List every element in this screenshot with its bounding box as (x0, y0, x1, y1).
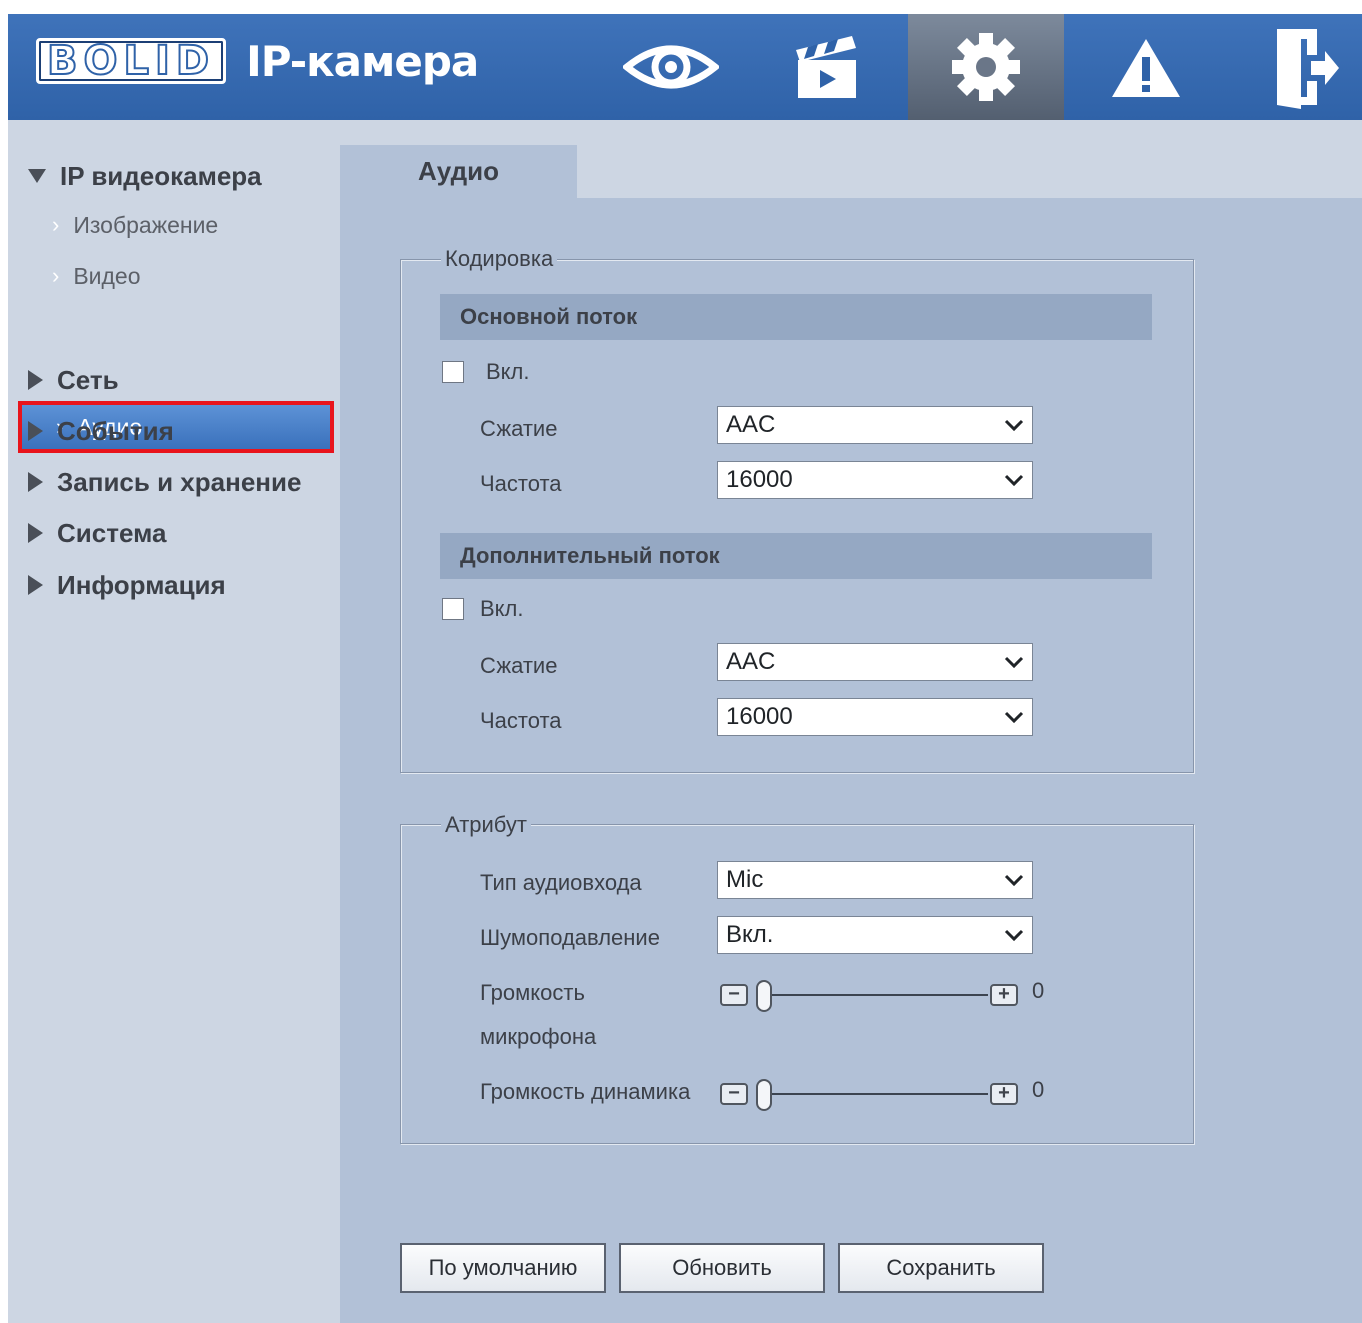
encoding-legend: Кодировка (441, 246, 558, 272)
sidebar-item-label: Запись и хранение (57, 466, 302, 497)
noise-reduction-select[interactable]: Вкл. (717, 916, 1033, 954)
eye-icon (623, 45, 719, 89)
expand-down-icon (28, 169, 46, 183)
clapperboard-icon (796, 36, 856, 98)
sub-stream-enable-label: Вкл. (480, 596, 524, 621)
sidebar-item-label: Система (57, 517, 167, 548)
mic-volume-label-line2: микрофона (480, 1024, 597, 1049)
expand-right-icon (28, 421, 43, 441)
brand-logo-text: BOLID (46, 37, 216, 85)
main-stream-header: Основной поток (440, 294, 1152, 340)
sidebar-item-image[interactable]: › Изображение (8, 205, 384, 245)
nav-settings[interactable] (908, 14, 1064, 120)
input-type-label: Тип аудиовхода (480, 870, 642, 895)
input-type-value: Mic (726, 866, 764, 893)
minus-icon[interactable]: − (720, 984, 748, 1006)
main-compression-label: Сжатие (480, 416, 558, 441)
tab-audio[interactable]: Аудио (340, 145, 577, 198)
tab-bar: Аудио (340, 120, 1362, 198)
sidebar-item-label: Видео (73, 262, 141, 289)
main-frequency-label: Частота (480, 471, 562, 496)
save-button[interactable]: Сохранить (838, 1243, 1044, 1293)
app-frame: BOLID IP-камера IP видеокамера › Изображ… (8, 14, 1362, 1323)
default-button[interactable]: По умолчанию (400, 1243, 606, 1293)
slider-track (756, 1093, 988, 1095)
chevron-right-icon: › (52, 263, 60, 288)
speaker-volume-label: Громкость динамика (480, 1079, 691, 1104)
logout-icon (1277, 29, 1339, 109)
sidebar-item-label: Изображение (73, 211, 219, 238)
expand-right-icon (28, 472, 43, 492)
chevron-down-icon (1004, 929, 1024, 942)
sidebar-item-video[interactable]: › Видео (8, 256, 384, 296)
chevron-down-icon (1004, 419, 1024, 432)
expand-right-icon (28, 523, 43, 543)
gear-icon (952, 33, 1020, 101)
mic-volume-slider[interactable]: − + 0 (720, 978, 1050, 1018)
sidebar-item-system[interactable]: Система (8, 513, 360, 553)
sub-stream-header: Дополнительный поток (440, 533, 1152, 579)
sidebar-item-label: События (57, 415, 174, 446)
input-type-select[interactable]: Mic (717, 861, 1033, 899)
plus-icon[interactable]: + (990, 1083, 1018, 1105)
minus-icon[interactable]: − (720, 1083, 748, 1105)
sidebar-item-network[interactable]: Сеть (8, 360, 360, 400)
sidebar-item-storage[interactable]: Запись и хранение (8, 462, 360, 502)
plus-icon[interactable]: + (990, 984, 1018, 1006)
main-frequency-select[interactable]: 16000 (717, 461, 1033, 499)
nav-logout[interactable] (1228, 14, 1362, 120)
sidebar-item-info[interactable]: Информация (8, 565, 360, 605)
refresh-button[interactable]: Обновить (619, 1243, 825, 1293)
speaker-volume-slider[interactable]: − + 0 (720, 1077, 1050, 1117)
slider-track (756, 994, 988, 996)
attribute-legend: Атрибут (441, 812, 531, 838)
main-stream-enable-label: Вкл. (486, 359, 530, 384)
sidebar-section-title: IP видеокамера (60, 160, 262, 191)
sub-compression-label: Сжатие (480, 653, 558, 678)
nav-live[interactable] (593, 14, 749, 120)
top-header: BOLID IP-камера (8, 14, 1362, 120)
main-compression-value: AAC (726, 411, 776, 438)
sub-compression-select[interactable]: AAC (717, 643, 1033, 681)
chevron-right-icon: › (52, 212, 60, 237)
sub-frequency-value: 16000 (726, 703, 793, 730)
chevron-down-icon (1004, 474, 1024, 487)
slider-handle[interactable] (756, 1079, 772, 1111)
sub-frequency-label: Частота (480, 708, 562, 733)
slider-handle[interactable] (756, 980, 772, 1012)
sidebar-item-events[interactable]: События (8, 411, 360, 451)
chevron-down-icon (1004, 711, 1024, 724)
sidebar-item-label: Сеть (57, 364, 119, 395)
warning-icon (1112, 39, 1180, 97)
logo: BOLID IP-камера (36, 36, 479, 86)
sub-frequency-select[interactable]: 16000 (717, 698, 1033, 736)
sidebar-item-label: Информация (57, 569, 226, 600)
noise-reduction-label: Шумоподавление (480, 925, 660, 950)
expand-right-icon (28, 370, 43, 390)
main-stream-enable-checkbox[interactable] (442, 361, 464, 383)
speaker-volume-value: 0 (1032, 1077, 1045, 1102)
nav-playback[interactable] (749, 14, 905, 120)
mic-volume-label-line1: Громкость (480, 980, 585, 1005)
main-content: Аудио Кодировка Основной поток Вкл. Сжат… (340, 120, 1362, 1323)
sidebar-section-ip-camera[interactable]: IP видеокамера (8, 156, 360, 196)
main-frequency-value: 16000 (726, 466, 793, 493)
chevron-down-icon (1004, 656, 1024, 669)
chevron-down-icon (1004, 874, 1024, 887)
app-title: IP-камера (246, 36, 479, 86)
sidebar: IP видеокамера › Изображение › Видео › А… (8, 120, 340, 1323)
main-compression-select[interactable]: AAC (717, 406, 1033, 444)
brand-logo: BOLID (36, 37, 227, 85)
sub-compression-value: AAC (726, 648, 776, 675)
sub-stream-enable-checkbox[interactable] (442, 598, 464, 620)
expand-right-icon (28, 575, 43, 595)
nav-alarm[interactable] (1068, 14, 1224, 120)
mic-volume-value: 0 (1032, 978, 1045, 1003)
noise-reduction-value: Вкл. (726, 921, 774, 948)
